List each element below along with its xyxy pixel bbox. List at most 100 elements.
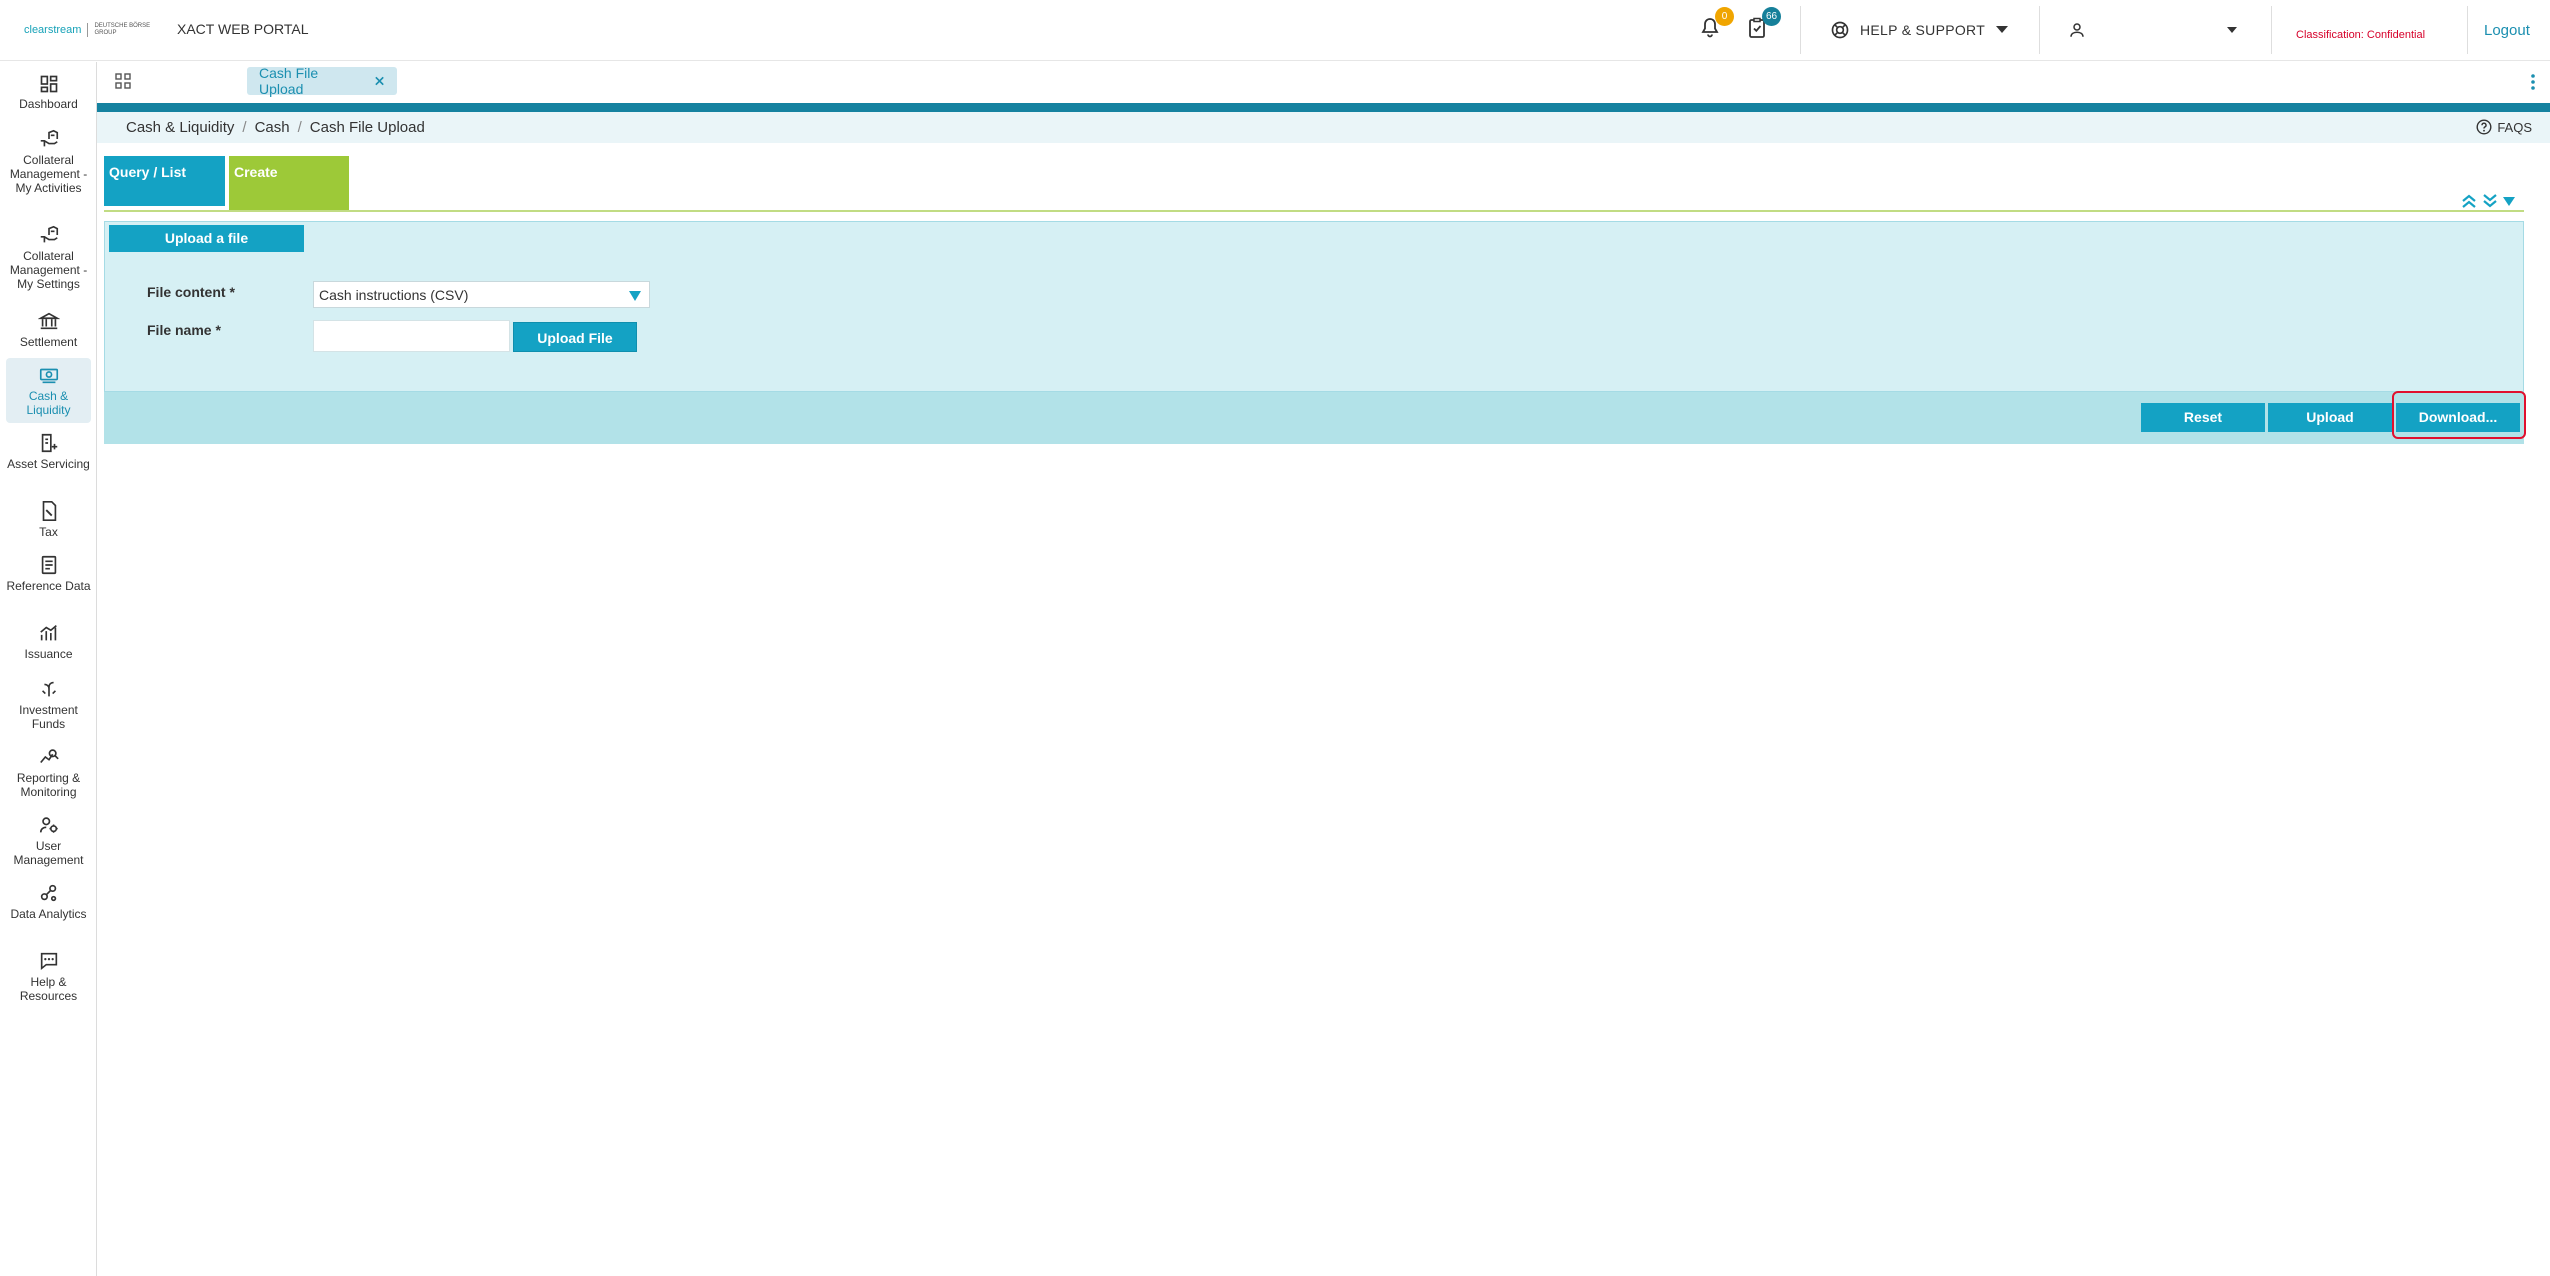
user-icon (2070, 23, 2084, 37)
clearstream-logo[interactable]: clearstream DEUTSCHE BÖRSE GROUP (24, 19, 156, 41)
logo-divider (87, 23, 89, 37)
chevron-down-icon (2227, 27, 2237, 33)
breadcrumb-item: Cash File Upload (309, 119, 425, 136)
notifications-button[interactable]: 0 (1698, 7, 1734, 42)
sidebar-item-label: Reference Data (6, 579, 91, 593)
tab-query-list-label: Query / List (109, 164, 187, 180)
header-divider (1800, 6, 1801, 54)
file-content-label: File content * (147, 284, 235, 300)
top-header: clearstream DEUTSCHE BÖRSE GROUP XACT WE… (0, 0, 2550, 61)
sidebar-item-cash-liquidity[interactable]: Cash & Liquidity (6, 358, 91, 423)
chart-bars-icon (39, 625, 57, 641)
close-icon[interactable] (374, 75, 385, 87)
sidebar-item-label: Investment Funds (19, 703, 78, 731)
sidebar-item-settlement[interactable]: Settlement (6, 310, 91, 349)
chevron-down-icon (629, 291, 641, 301)
sidebar-item-collateral-settings[interactable]: Collateral Management - My Settings (6, 224, 91, 291)
panel-controls (2460, 192, 2516, 210)
tab-underline (104, 210, 2524, 212)
sidebar-item-label: Tax (39, 525, 58, 539)
header-divider (2271, 6, 2272, 54)
logo-brand: clearstream (24, 24, 82, 36)
sidebar-item-label: Help & Resources (19, 975, 78, 1003)
action-bar: Reset Upload Download... (104, 392, 2524, 444)
chat-bubble-icon (40, 952, 57, 971)
notifications-badge: 0 (1715, 7, 1734, 26)
upload-button[interactable]: Upload (2268, 403, 2392, 432)
document-plus-icon (41, 433, 57, 453)
upload-file-button[interactable]: Upload File (513, 322, 637, 352)
portal-title: XACT WEB PORTAL (177, 21, 309, 37)
sidebar-item-tax[interactable]: Tax (6, 500, 91, 539)
sidebar-item-label: Cash & Liquidity (26, 389, 71, 417)
tab-create-label: Create (234, 164, 278, 180)
sidebar-item-label: Collateral Management - My Activities (9, 153, 88, 195)
file-name-label: File name * (147, 322, 221, 338)
classification-label: Classification: Confidential (2296, 29, 2426, 41)
hand-coins-icon (40, 129, 58, 147)
breadcrumb: Cash & Liquidity / Cash / Cash File Uplo… (126, 119, 425, 136)
bank-icon (37, 312, 60, 330)
sidebar-item-data-analytics[interactable]: Data Analytics (6, 882, 91, 921)
accent-bar (97, 103, 2550, 112)
sidebar-item-label: Settlement (19, 335, 78, 349)
sidebar-item-help-resources[interactable]: Help & Resources (6, 950, 91, 1003)
dashboard-icon (40, 75, 57, 93)
file-name-input[interactable] (313, 320, 510, 352)
header-divider (2039, 6, 2040, 54)
sidebar-item-user-management[interactable]: User Management (6, 814, 91, 867)
chevron-down-icon (1996, 26, 2009, 33)
grid-icon[interactable] (115, 73, 131, 89)
sidebar-item-reporting-monitoring[interactable]: Reporting & Monitoring (6, 746, 91, 799)
help-support-menu[interactable]: HELP & SUPPORT (1830, 17, 2009, 43)
faqs-label: FAQS (2497, 119, 2532, 135)
sidebar-item-label: Collateral Management - My Settings (9, 249, 88, 291)
tab-query-list[interactable]: Query / List (104, 156, 225, 206)
help-circle-icon (2476, 119, 2492, 135)
user-gear-icon (39, 817, 58, 833)
tax-document-icon (42, 501, 56, 521)
sidebar-item-dashboard[interactable]: Dashboard (6, 74, 91, 111)
logout-link[interactable]: Logout (2484, 22, 2530, 39)
breadcrumb-separator: / (297, 119, 302, 136)
logo-group: DEUTSCHE BÖRSE GROUP (94, 23, 151, 36)
lifebuoy-icon (1831, 21, 1849, 39)
breadcrumb-item[interactable]: Cash (255, 119, 290, 136)
tasks-button[interactable]: 66 (1745, 7, 1781, 42)
analytics-nodes-icon (40, 884, 56, 902)
tab-label: Cash File Upload (259, 65, 319, 97)
sidebar-item-label: Asset Servicing (7, 457, 90, 471)
dropdown-triangle-icon[interactable] (2502, 195, 2516, 207)
header-divider (2467, 6, 2468, 54)
open-tabs-bar: Cash File Upload (98, 62, 2550, 102)
breadcrumb-bar: Cash & Liquidity / Cash / Cash File Uplo… (97, 112, 2550, 143)
plant-coins-icon (41, 681, 56, 697)
sidebar-item-label: Dashboard (19, 97, 78, 111)
chart-magnifier-icon (39, 749, 59, 764)
sidebar-item-reference-data[interactable]: Reference Data (6, 554, 91, 593)
upload-panel: Upload a file File content * Cash instru… (104, 221, 2524, 392)
user-menu[interactable] (2068, 17, 2238, 43)
tab-create[interactable]: Create (229, 156, 349, 210)
collapse-all-icon[interactable] (2460, 192, 2478, 210)
tab-cash-file-upload[interactable]: Cash File Upload (247, 65, 397, 97)
sidebar-item-investment-funds[interactable]: Investment Funds (6, 678, 91, 731)
sidebar-item-asset-servicing[interactable]: Asset Servicing (6, 432, 91, 471)
download-button[interactable]: Download... (2396, 403, 2520, 432)
sidebar-item-label: Data Analytics (10, 907, 87, 921)
sidebar-item-issuance[interactable]: Issuance (6, 622, 91, 661)
expand-all-icon[interactable] (2481, 192, 2499, 210)
more-vertical-icon[interactable] (2530, 73, 2536, 91)
file-content-select[interactable]: Cash instructions (CSV) (313, 281, 650, 308)
help-support-label: HELP & SUPPORT (1860, 22, 1986, 38)
sidebar: Dashboard Collateral Management - My Act… (0, 62, 97, 1276)
sidebar-item-label: User Management (13, 839, 84, 867)
reset-button[interactable]: Reset (2141, 403, 2265, 432)
faqs-link[interactable]: FAQS (2476, 119, 2532, 135)
sidebar-item-collateral-activities[interactable]: Collateral Management - My Activities (6, 128, 91, 195)
breadcrumb-item[interactable]: Cash & Liquidity (126, 119, 234, 136)
book-icon (41, 555, 56, 575)
sidebar-item-label: Issuance (24, 647, 73, 661)
breadcrumb-separator: / (242, 119, 247, 136)
file-content-value: Cash instructions (CSV) (319, 287, 469, 303)
